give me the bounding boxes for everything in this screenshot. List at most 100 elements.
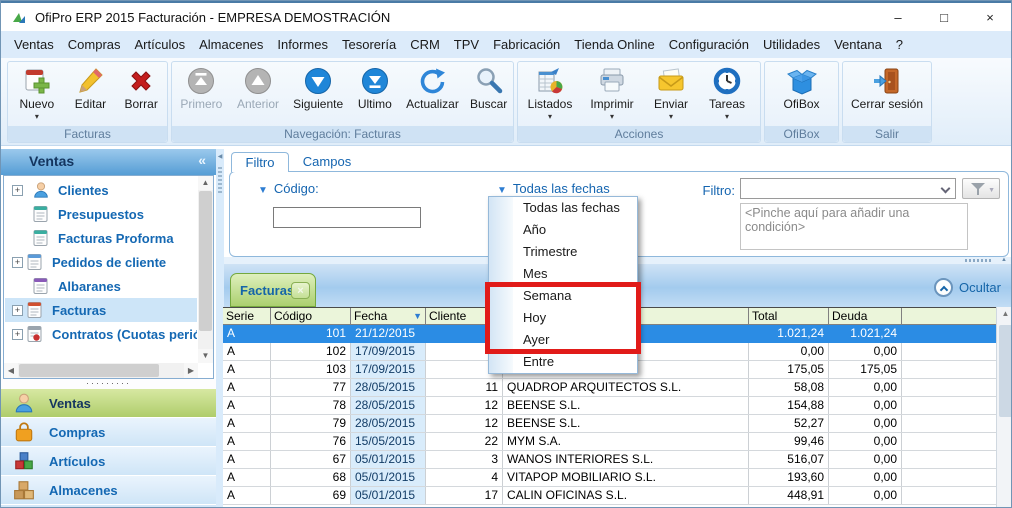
table-row[interactable]: A 68 05/01/2015 4 VITAPOP MOBILIARIO S.L… — [223, 469, 996, 487]
tree-vertical-scrollbar[interactable]: ▲ ▼ — [198, 176, 213, 363]
nuevo-button[interactable]: Nuevo ▾ — [9, 64, 65, 128]
fechas-filter-dropdown[interactable]: ▼Todas las fechas — [497, 181, 610, 196]
table-row[interactable]: A 79 28/05/2015 12 BEENSE S.L. 52,27 0,0… — [223, 415, 996, 433]
expand-plus-icon[interactable]: + — [12, 185, 23, 196]
tree-item-facturas[interactable]: + Facturas — [5, 298, 197, 322]
menu-option-entre[interactable]: Entre — [523, 351, 554, 373]
previous-record-icon — [243, 66, 273, 96]
scroll-down-icon[interactable]: ▼ — [198, 349, 213, 363]
menu-item-ventana[interactable]: Ventana — [827, 31, 889, 58]
tree-item-albaranes[interactable]: Albaranes — [5, 274, 197, 298]
document-icon — [26, 325, 44, 343]
menu-item-articulos[interactable]: Artículos — [128, 31, 193, 58]
sidebar-section-articulos[interactable]: Artículos — [1, 447, 216, 476]
tree-item-facturas-proforma[interactable]: Facturas Proforma — [5, 226, 197, 250]
listados-button[interactable]: Listados ▾ — [519, 64, 581, 128]
person-icon — [13, 392, 35, 414]
codigo-filter-dropdown[interactable]: ▼Código: — [258, 181, 319, 196]
menu-item-ventas[interactable]: Ventas — [7, 31, 61, 58]
scroll-up-icon[interactable]: ▲ — [997, 309, 1012, 318]
ofibox-button[interactable]: OfiBox — [767, 64, 837, 128]
send-mail-icon — [656, 66, 686, 96]
ultimo-button[interactable]: Ultimo — [350, 64, 400, 128]
menu-item-tpv[interactable]: TPV — [447, 31, 486, 58]
collapse-sidebar-icon[interactable]: « — [198, 152, 206, 168]
dropdown-caret-icon: ▾ — [35, 113, 39, 121]
ocultar-button[interactable]: Ocultar — [934, 278, 1001, 297]
close-icon[interactable]: × — [291, 282, 310, 299]
imprimir-button[interactable]: Imprimir ▾ — [581, 64, 643, 128]
column-header-total[interactable]: Total — [749, 308, 829, 324]
column-header-serie[interactable]: Serie — [223, 308, 271, 324]
scroll-right-icon[interactable]: ▶ — [184, 363, 198, 378]
column-header-deuda[interactable]: Deuda — [829, 308, 902, 324]
menu-item-almacenes[interactable]: Almacenes — [192, 31, 270, 58]
filtro-combobox[interactable] — [740, 178, 956, 199]
apply-filter-button[interactable]: ▼ — [962, 178, 1000, 199]
table-vertical-scrollbar[interactable]: ▲ — [996, 307, 1012, 508]
menu-item-utilidades[interactable]: Utilidades — [756, 31, 827, 58]
sidebar-section-ventas[interactable]: Ventas — [1, 389, 216, 418]
menu-item-compras[interactable]: Compras — [61, 31, 128, 58]
menu-option-ano[interactable]: Año — [523, 219, 546, 241]
scroll-up-icon[interactable]: ▲ — [198, 176, 213, 190]
tareas-button[interactable]: Tareas ▾ — [699, 64, 755, 128]
filter-condition-box[interactable]: <Pinche aquí para añadir una condición> — [740, 203, 968, 250]
tab-campos[interactable]: Campos — [295, 152, 359, 172]
menu-item-configuracion[interactable]: Configuración — [662, 31, 756, 58]
menu-option-todas-las-fechas[interactable]: Todas las fechas — [523, 197, 620, 219]
column-header-fecha[interactable]: Fecha▼ — [351, 308, 426, 324]
tab-filtro[interactable]: Filtro — [231, 152, 289, 172]
results-tab-facturas[interactable]: Facturas × — [230, 273, 316, 307]
app-window: OfiPro ERP 2015 Facturación - EMPRESA DE… — [0, 0, 1012, 508]
table-row[interactable]: A 69 05/01/2015 17 CALIN OFICINAS S.L. 4… — [223, 487, 996, 505]
menu-item-tienda-online[interactable]: Tienda Online — [567, 31, 661, 58]
tree-item-clientes[interactable]: + Clientes — [5, 178, 197, 202]
ofibox-icon — [787, 66, 817, 96]
enviar-button[interactable]: Enviar ▾ — [643, 64, 699, 128]
table-row[interactable]: A 77 28/05/2015 11 QUADROP ARQUITECTOS S… — [223, 379, 996, 397]
editar-button[interactable]: Editar — [65, 64, 117, 128]
menu-item-crm[interactable]: CRM — [403, 31, 447, 58]
tree-item-presupuestos[interactable]: Presupuestos — [5, 202, 197, 226]
buscar-button[interactable]: Buscar — [465, 64, 512, 128]
collapse-up-icon[interactable]: ▲ — [1001, 257, 1007, 263]
toolbar-group-facturas: Nuevo ▾ Editar Borrar Facturas — [7, 61, 168, 143]
siguiente-button[interactable]: Siguiente — [286, 64, 350, 128]
menu-item-tesoreria[interactable]: Tesorería — [335, 31, 403, 58]
new-document-icon — [22, 66, 52, 96]
tree-horizontal-scrollbar[interactable]: ◀ ▶ — [4, 363, 198, 378]
table-row[interactable]: A 76 15/05/2015 22 MYM S.A. 99,46 0,00 — [223, 433, 996, 451]
menu-item-informes[interactable]: Informes — [270, 31, 335, 58]
table-row[interactable]: A 67 05/01/2015 3 WANOS INTERIORES S.L. … — [223, 451, 996, 469]
menu-bar: Ventas Compras Artículos Almacenes Infor… — [1, 31, 1011, 58]
tree-item-pedidos-de-cliente[interactable]: + Pedidos de cliente — [5, 250, 197, 274]
next-record-icon — [303, 66, 333, 96]
scroll-left-icon[interactable]: ◀ — [4, 363, 18, 378]
search-icon — [474, 66, 504, 96]
minimize-button[interactable]: – — [881, 5, 915, 31]
sidebar-section-almacenes[interactable]: Almacenes — [1, 476, 216, 505]
collapse-left-icon[interactable]: ◀ — [216, 153, 224, 160]
group-label-ofibox: OfiBox — [765, 126, 838, 142]
menu-item-ayuda[interactable]: ? — [889, 31, 910, 58]
column-header-codigo[interactable]: Código — [271, 308, 351, 324]
menu-item-fabricacion[interactable]: Fabricación — [486, 31, 567, 58]
sidebar-resize-handle[interactable]: ········· — [1, 379, 216, 389]
borrar-button[interactable]: Borrar — [116, 64, 166, 128]
sidebar-section-compras[interactable]: Compras — [1, 418, 216, 447]
tree-item-contratos[interactable]: + Contratos (Cuotas periódica — [5, 322, 197, 346]
cerrar-sesion-button[interactable]: Cerrar sesión — [844, 64, 930, 128]
first-record-icon — [186, 66, 216, 96]
anterior-button[interactable]: Anterior — [230, 64, 287, 128]
codigo-input[interactable] — [273, 207, 421, 228]
maximize-button[interactable]: □ — [927, 5, 961, 31]
close-button[interactable]: × — [973, 5, 1007, 31]
primero-button[interactable]: Primero — [173, 64, 230, 128]
menu-option-trimestre[interactable]: Trimestre — [523, 241, 577, 263]
table-row[interactable]: A 78 28/05/2015 12 BEENSE S.L. 154,88 0,… — [223, 397, 996, 415]
expand-plus-icon[interactable]: + — [12, 305, 23, 316]
expand-plus-icon[interactable]: + — [12, 329, 23, 340]
actualizar-button[interactable]: Actualizar — [400, 64, 466, 128]
expand-plus-icon[interactable]: + — [12, 257, 23, 268]
